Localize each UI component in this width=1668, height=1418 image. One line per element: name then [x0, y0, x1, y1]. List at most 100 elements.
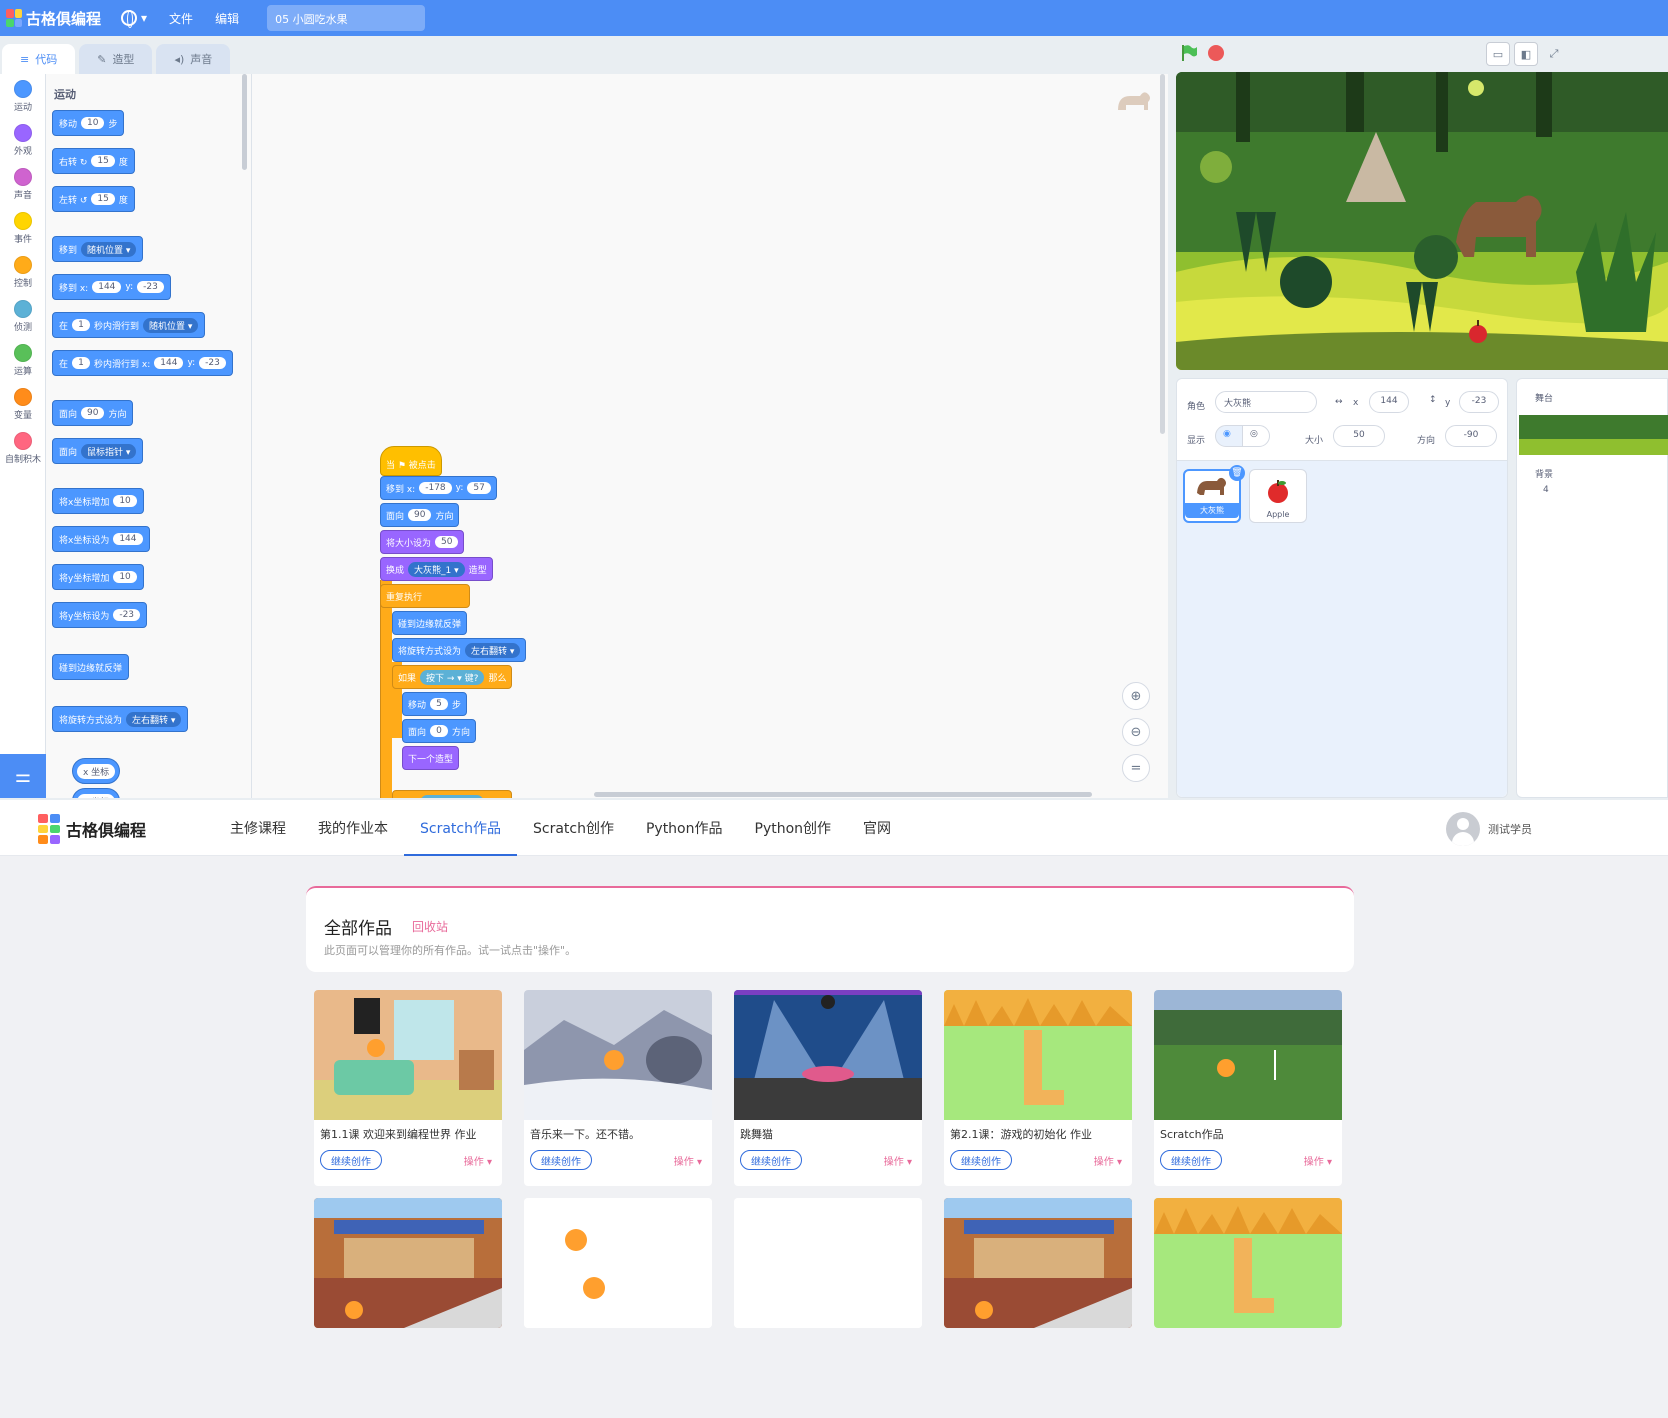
work-card[interactable] — [1154, 1198, 1342, 1328]
edit-menu[interactable]: 编辑 — [215, 10, 239, 27]
nav-link-0[interactable]: 主修课程 — [214, 800, 302, 856]
block-input[interactable]: 5 — [430, 698, 449, 710]
show-eye-icon[interactable]: ◉ — [1215, 425, 1243, 447]
delete-sprite-icon[interactable]: 🗑 — [1229, 465, 1245, 481]
palette-block[interactable]: 在 1 秒内滑行到 随机位置 ▾ — [52, 312, 206, 338]
hide-eye-icon[interactable]: ◎ — [1242, 425, 1270, 447]
palette-block[interactable]: 将y坐标设为 -23 — [52, 602, 148, 628]
project-title-input[interactable]: 05 小圆吃水果 — [267, 5, 426, 31]
nav-link-3[interactable]: Scratch创作 — [517, 800, 630, 856]
user-menu[interactable]: 测试学员 — [1446, 812, 1532, 846]
palette-block[interactable]: 移到 x: 144 y: -23 — [52, 274, 171, 300]
nav-link-1[interactable]: 我的作业本 — [302, 800, 404, 856]
work-thumbnail[interactable] — [1154, 990, 1342, 1120]
block-input[interactable]: 10 — [113, 495, 137, 507]
continue-button[interactable]: 继续创作 — [320, 1150, 382, 1170]
recycle-bin-link[interactable]: 回收站 — [412, 918, 448, 935]
work-card[interactable]: 第1.1课 欢迎来到编程世界 作业 继续创作 操作 ▾ — [314, 990, 502, 1186]
work-thumbnail[interactable] — [734, 1198, 922, 1328]
sensing-condition[interactable]: 按下 → ▾ 键? — [420, 669, 485, 685]
work-card[interactable] — [524, 1198, 712, 1328]
work-thumbnail[interactable] — [524, 990, 712, 1120]
tab-code[interactable]: ≡ 代码 — [2, 44, 76, 74]
palette-block[interactable]: 将x坐标设为 144 — [52, 526, 150, 552]
palette-block[interactable]: 在 1 秒内滑行到 x: 144 y: -23 — [52, 350, 233, 376]
workspace-vertical-scrollbar[interactable] — [1160, 74, 1165, 434]
palette-block[interactable]: 面向 90 方向 — [52, 400, 134, 426]
continue-button[interactable]: 继续创作 — [740, 1150, 802, 1170]
x-input[interactable]: 144 — [1369, 391, 1409, 413]
language-menu[interactable]: ▾ — [121, 10, 147, 28]
sprite-name-input[interactable]: 大灰熊 — [1215, 391, 1317, 413]
block-dropdown[interactable]: 随机位置 ▾ — [81, 241, 137, 257]
nav-link-5[interactable]: Python创作 — [739, 800, 848, 856]
block-input[interactable]: x 坐标 — [77, 763, 116, 779]
editor-brand[interactable]: 古格俱编程 — [6, 8, 101, 29]
block-input[interactable]: -178 — [419, 482, 452, 494]
sprite-thumb-apple[interactable]: Apple — [1249, 469, 1307, 523]
palette-block[interactable]: 将x坐标增加 10 — [52, 488, 144, 514]
zoom-out-icon[interactable]: ⊖ — [1122, 718, 1150, 746]
palette-block[interactable]: 移到 随机位置 ▾ — [52, 236, 144, 262]
stage-target-pane[interactable]: 舞台 背景 4 — [1516, 378, 1668, 798]
continue-button[interactable]: 继续创作 — [950, 1150, 1012, 1170]
nav-link-6[interactable]: 官网 — [847, 800, 907, 856]
green-flag-icon[interactable] — [1180, 44, 1198, 62]
workspace-horizontal-scrollbar[interactable] — [594, 792, 1092, 797]
palette-block[interactable]: 将旋转方式设为 左右翻转 ▾ — [52, 706, 189, 732]
palette-block[interactable]: 移动 10 步 — [52, 110, 125, 136]
palette-block[interactable]: x 坐标 — [72, 758, 121, 784]
script-block[interactable]: 移动 5 步 — [402, 692, 468, 716]
size-input[interactable]: 50 — [1333, 425, 1385, 447]
block-input[interactable]: y 坐标 — [77, 793, 116, 798]
work-card[interactable]: 跳舞猫 继续创作 操作 ▾ — [734, 990, 922, 1186]
small-stage-icon[interactable]: ▭ — [1486, 42, 1510, 66]
work-card[interactable]: Scratch作品 继续创作 操作 ▾ — [1154, 990, 1342, 1186]
block-input[interactable]: 1 — [72, 319, 91, 331]
block-dropdown[interactable]: 鼠标指针 ▾ — [81, 443, 137, 459]
category-4[interactable]: 控制 — [0, 250, 46, 294]
continue-button[interactable]: 继续创作 — [530, 1150, 592, 1170]
script-block[interactable]: 重复执行 — [380, 584, 470, 608]
script-block[interactable]: 下一个造型 — [402, 746, 460, 770]
script-workspace[interactable]: ⊕ ⊖ = 当 ⚑ 被点击 移到 x: -178 y: 57 面向 90 方向 将大小设为 50 换… — [252, 74, 1168, 798]
script-block[interactable]: 当 ⚑ 被点击 — [380, 446, 442, 476]
palette-block[interactable]: 将y坐标增加 10 — [52, 564, 144, 590]
operation-menu[interactable]: 操作 ▾ — [674, 1153, 702, 1168]
category-6[interactable]: 运算 — [0, 338, 46, 382]
script-block[interactable]: 移到 x: -178 y: 57 — [380, 476, 497, 500]
work-thumbnail[interactable] — [1154, 1198, 1342, 1328]
block-input[interactable]: 1 — [72, 357, 91, 369]
script-block[interactable]: 碰到边缘就反弹 — [392, 611, 468, 635]
sensing-condition[interactable]: 按下 ↓ ▾ 键? — [420, 794, 485, 798]
zoom-in-icon[interactable]: ⊕ — [1122, 682, 1150, 710]
work-card[interactable] — [944, 1198, 1132, 1328]
palette-block[interactable]: 左转 ↺ 15 度 — [52, 186, 135, 212]
category-2[interactable]: 声音 — [0, 162, 46, 206]
operation-menu[interactable]: 操作 ▾ — [1094, 1153, 1122, 1168]
operation-menu[interactable]: 操作 ▾ — [1304, 1153, 1332, 1168]
category-8[interactable]: 自制积木 — [0, 426, 46, 470]
nav-link-2[interactable]: Scratch作品 — [404, 800, 517, 856]
palette-block[interactable]: 右转 ↻ 15 度 — [52, 148, 135, 174]
category-1[interactable]: 外观 — [0, 118, 46, 162]
stop-icon[interactable] — [1208, 45, 1224, 61]
direction-input[interactable]: -90 — [1445, 425, 1497, 447]
tab-costumes[interactable]: ✎ 造型 — [79, 44, 153, 74]
block-input[interactable]: 144 — [92, 281, 122, 293]
operation-menu[interactable]: 操作 ▾ — [464, 1153, 492, 1168]
work-card[interactable]: 第2.1课：游戏的初始化 作业 继续创作 操作 ▾ — [944, 990, 1132, 1186]
add-extension-button[interactable]: ⚌ — [0, 754, 46, 798]
script-block[interactable]: 面向 0 方向 — [402, 719, 477, 743]
script-block[interactable]: 换成 大灰熊_1 ▾ 造型 — [380, 557, 493, 581]
fullscreen-icon[interactable]: ⤢ — [1542, 42, 1566, 66]
category-7[interactable]: 变量 — [0, 382, 46, 426]
block-input[interactable]: 90 — [81, 407, 105, 419]
work-thumbnail[interactable] — [314, 990, 502, 1120]
work-thumbnail[interactable] — [524, 1198, 712, 1328]
continue-button[interactable]: 继续创作 — [1160, 1150, 1222, 1170]
block-dropdown[interactable]: 左右翻转 ▾ — [465, 642, 521, 658]
operation-menu[interactable]: 操作 ▾ — [884, 1153, 912, 1168]
block-dropdown[interactable]: 左右翻转 ▾ — [126, 711, 182, 727]
work-thumbnail[interactable] — [944, 990, 1132, 1120]
